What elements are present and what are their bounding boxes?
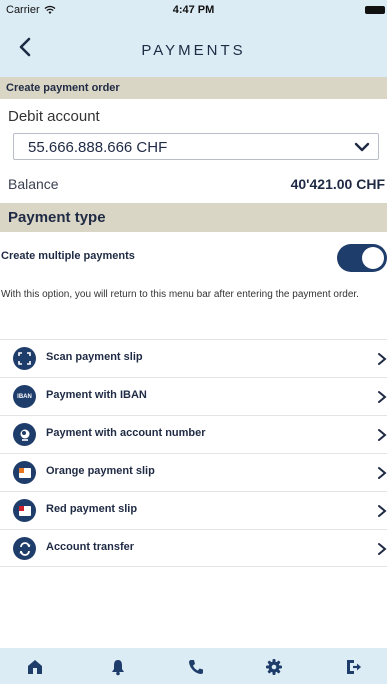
option-label: Payment with account number	[46, 427, 206, 439]
nav-bar: PAYMENTS	[0, 20, 387, 77]
option-account-transfer[interactable]: Account transfer	[0, 529, 387, 567]
multiple-payments-note: With this option, you will return to thi…	[1, 289, 359, 300]
toggle-knob	[362, 247, 384, 269]
iban-icon-text: IBAN	[17, 393, 32, 400]
orange-slip-icon	[13, 461, 36, 484]
status-bar: Carrier 4:47 PM	[0, 0, 387, 20]
logout-icon	[347, 660, 361, 674]
home-icon	[28, 660, 42, 674]
multiple-payments-toggle[interactable]	[337, 244, 387, 272]
option-payment-with-account-number[interactable]: Payment with account number	[0, 415, 387, 453]
multiple-payments-label: Create multiple payments	[1, 250, 135, 262]
option-label: Account transfer	[46, 541, 135, 553]
option-payment-with-iban[interactable]: IBAN Payment with IBAN	[0, 377, 387, 415]
option-label: Scan payment slip	[46, 351, 143, 363]
option-red-payment-slip[interactable]: Red payment slip	[0, 491, 387, 529]
tab-notifications[interactable]	[107, 656, 129, 678]
multiple-payments-row: Create multiple payments	[0, 244, 387, 272]
debit-account-label: Debit account	[8, 108, 100, 125]
balance-value: 40'421.00 CHF	[290, 176, 385, 192]
tab-settings[interactable]	[263, 656, 285, 678]
create-payment-header: Create payment order	[0, 77, 387, 99]
bell-icon	[112, 660, 124, 676]
chevron-down-icon	[354, 142, 370, 152]
option-label: Red payment slip	[46, 503, 138, 515]
battery-icon	[365, 6, 385, 14]
debit-account-value: 55.666.888.666 CHF	[28, 139, 168, 156]
balance-label: Balance	[8, 176, 59, 192]
tab-bar	[0, 648, 387, 684]
payment-type-header: Payment type	[0, 203, 387, 232]
page-title: PAYMENTS	[141, 42, 246, 59]
chevron-right-icon	[378, 353, 387, 365]
chevron-right-icon	[378, 429, 387, 441]
top-bar: Carrier 4:47 PM PAYMENTS	[0, 0, 387, 77]
option-label: Payment with IBAN	[46, 389, 147, 401]
transfer-icon	[13, 537, 36, 560]
option-label: Orange payment slip	[46, 465, 155, 477]
phone-icon	[189, 660, 203, 674]
scan-icon	[13, 347, 36, 370]
status-time: 4:47 PM	[172, 4, 215, 16]
balance-row: Balance 40'421.00 CHF	[0, 176, 387, 198]
red-slip-icon	[13, 499, 36, 522]
debit-account-select[interactable]: 55.666.888.666 CHF	[13, 133, 379, 160]
tab-logout[interactable]	[343, 656, 365, 678]
chevron-right-icon	[378, 467, 387, 479]
payment-options-list: Scan payment slip IBAN Payment with IBAN…	[0, 339, 387, 567]
tab-home[interactable]	[24, 656, 46, 678]
chevron-right-icon	[378, 505, 387, 517]
tab-phone[interactable]	[185, 656, 207, 678]
globe-icon	[13, 423, 36, 446]
chevron-right-icon	[378, 543, 387, 555]
chevron-right-icon	[378, 391, 387, 403]
option-orange-payment-slip[interactable]: Orange payment slip	[0, 453, 387, 491]
gear-icon	[266, 659, 282, 675]
iban-icon: IBAN	[13, 385, 36, 408]
option-scan-payment-slip[interactable]: Scan payment slip	[0, 339, 387, 377]
